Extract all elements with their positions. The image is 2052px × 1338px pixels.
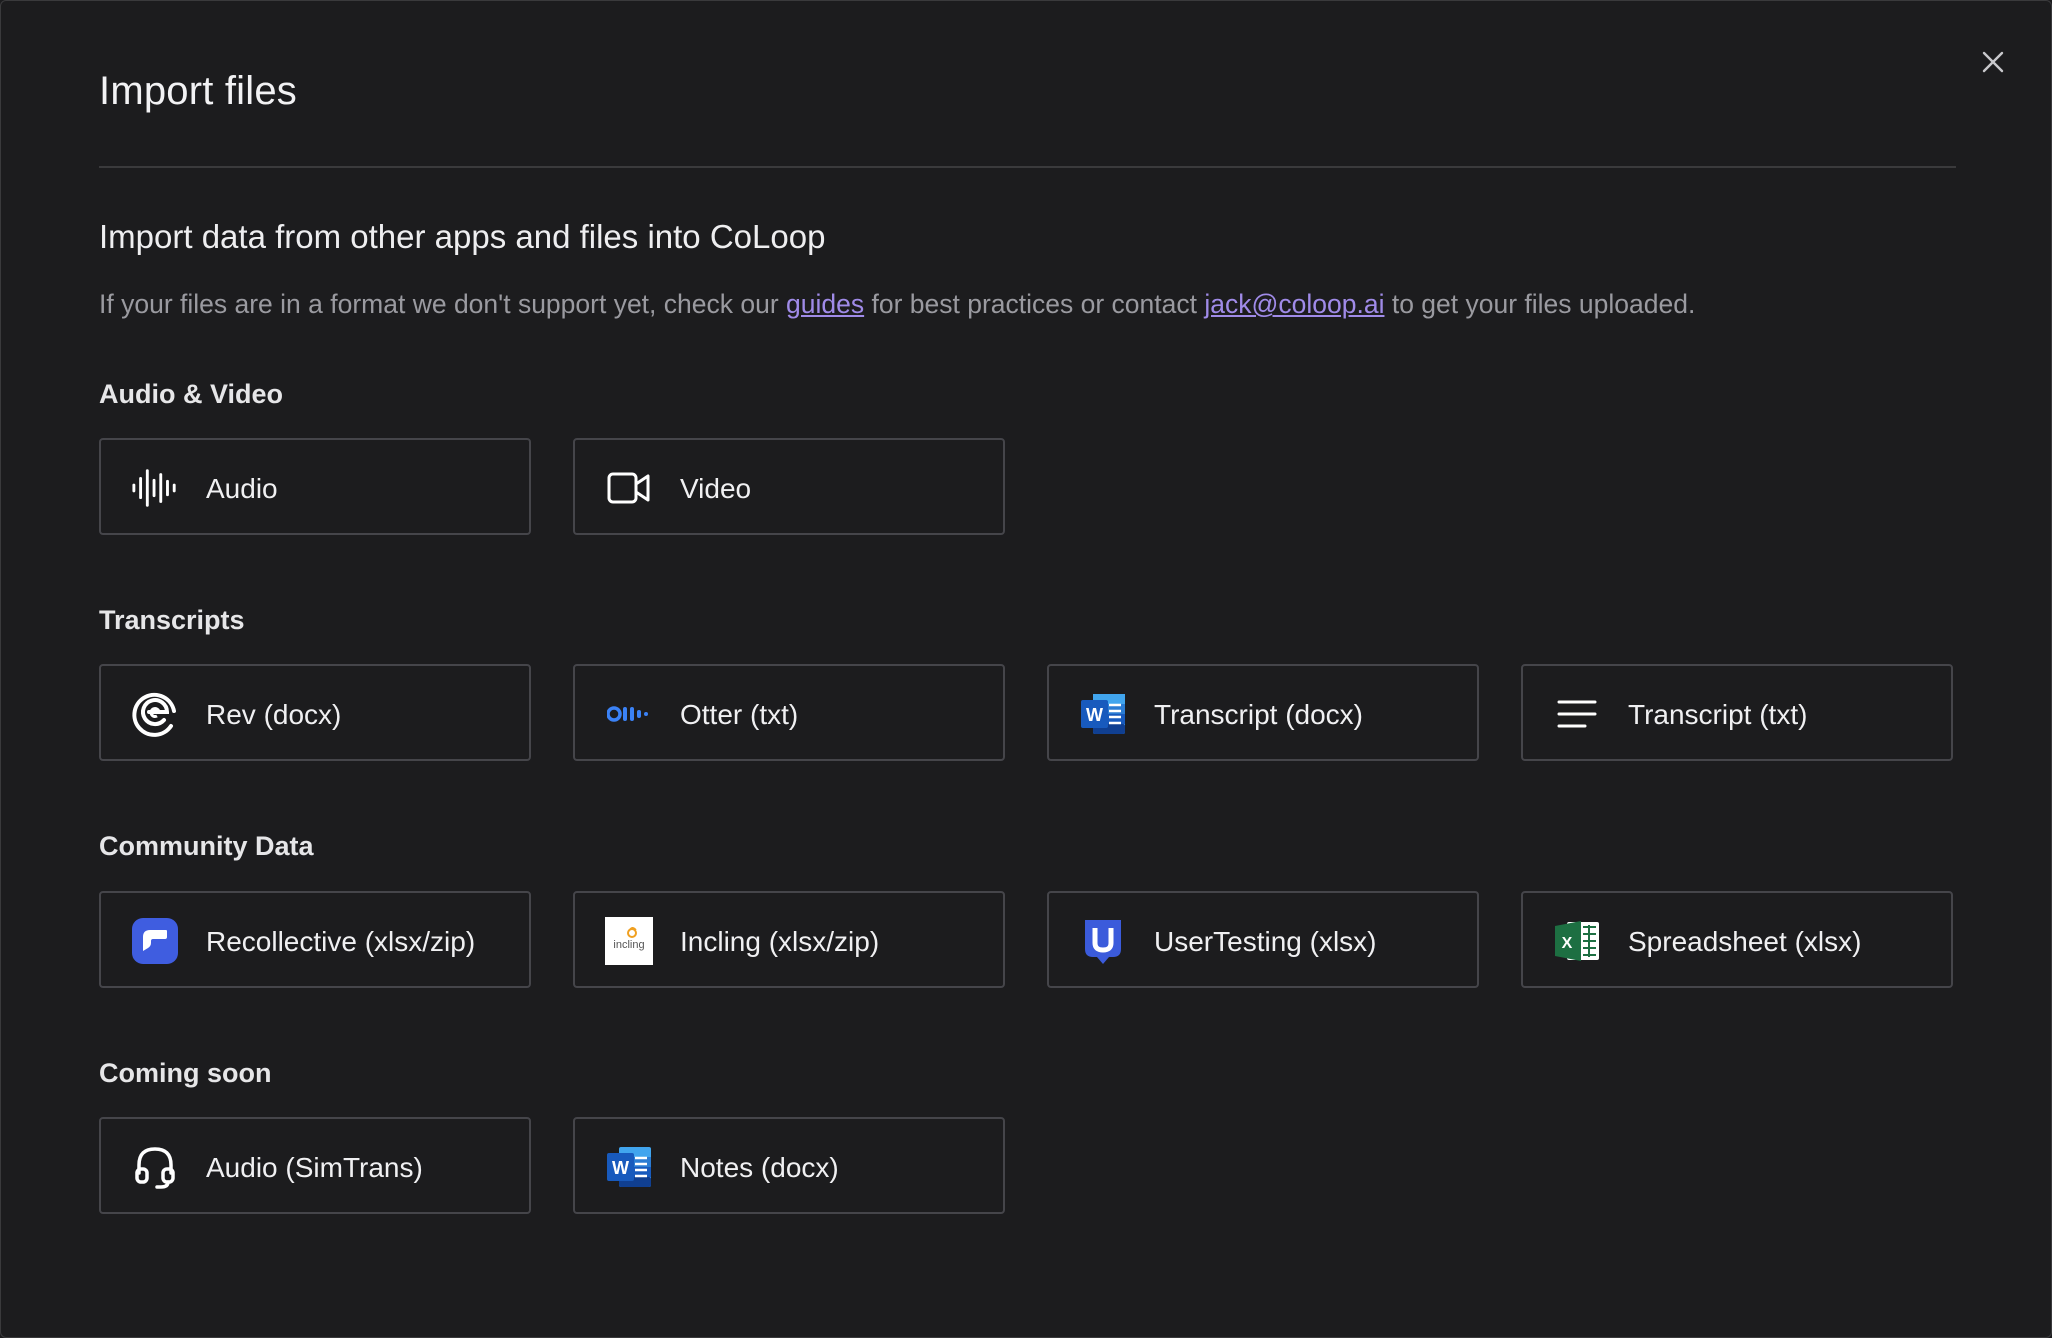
import-option-video[interactable]: Video	[573, 438, 1005, 535]
rev-logo-icon	[131, 690, 179, 738]
import-option-transcript-docx[interactable]: W Transcript (docx)	[1047, 664, 1479, 761]
recollective-logo-icon	[131, 917, 179, 965]
card-label: Audio (SimTrans)	[206, 1152, 423, 1183]
card-label: Incling (xlsx/zip)	[680, 926, 880, 957]
incling-logo-icon: incling	[605, 917, 653, 965]
audio-waveform-icon	[131, 464, 179, 512]
card-label: Recollective (xlsx/zip)	[206, 926, 476, 957]
word-doc-icon: W	[1079, 690, 1127, 738]
video-camera-icon	[605, 464, 653, 512]
text-lines-icon	[1553, 690, 1601, 738]
title-divider	[99, 166, 1956, 168]
card-label: UserTesting (xlsx)	[1154, 926, 1377, 957]
card-label: Spreadsheet (xlsx)	[1628, 926, 1862, 957]
guides-link[interactable]: guides	[786, 289, 864, 319]
usertesting-logo-icon	[1079, 917, 1127, 965]
dialog-title: Import files	[99, 69, 298, 113]
svg-text:incling: incling	[613, 939, 644, 951]
import-option-transcript-txt[interactable]: Transcript (txt)	[1521, 664, 1953, 761]
card-label: Transcript (docx)	[1154, 699, 1364, 730]
card-label: Otter (txt)	[680, 699, 799, 730]
svg-text:X: X	[1562, 935, 1573, 952]
section-label-audio-video: Audio & Video	[99, 379, 284, 409]
card-label: Video	[680, 473, 752, 504]
svg-text:W: W	[612, 1158, 629, 1178]
dialog-description: If your files are in a format we don't s…	[99, 289, 1695, 320]
import-option-audio-simtrans[interactable]: Audio (SimTrans)	[99, 1117, 531, 1214]
import-option-recollective[interactable]: Recollective (xlsx/zip)	[99, 891, 531, 988]
description-text: for best practices or contact	[864, 289, 1205, 319]
word-doc-icon: W	[605, 1143, 653, 1191]
description-text: If your files are in a format we don't s…	[99, 289, 787, 319]
section-label-transcripts: Transcripts	[99, 605, 245, 635]
description-text: to get your files uploaded.	[1384, 289, 1696, 319]
card-label: Notes (docx)	[680, 1152, 839, 1183]
import-option-incling[interactable]: incling Incling (xlsx/zip)	[573, 891, 1005, 988]
dialog-subtitle: Import data from other apps and files in…	[99, 218, 826, 255]
section-label-community-data: Community Data	[99, 831, 314, 861]
import-option-otter[interactable]: Otter (txt)	[573, 664, 1005, 761]
svg-text:W: W	[1086, 705, 1103, 725]
otter-logo-icon	[605, 690, 653, 738]
headset-icon	[131, 1143, 179, 1191]
import-files-dialog: Import files Import data from other apps…	[0, 0, 2052, 1338]
card-label: Rev (docx)	[206, 699, 342, 730]
import-option-rev[interactable]: Rev (docx)	[99, 664, 531, 761]
import-option-audio[interactable]: Audio	[99, 438, 531, 535]
close-icon	[1982, 51, 2004, 73]
excel-sheet-icon: X	[1553, 917, 1601, 965]
import-option-notes-docx[interactable]: W Notes (docx)	[573, 1117, 1005, 1214]
import-option-spreadsheet[interactable]: X Spreadsheet (xlsx)	[1521, 891, 1953, 988]
card-label: Transcript (txt)	[1628, 699, 1808, 730]
close-button[interactable]	[1976, 45, 2010, 79]
import-option-usertesting[interactable]: UserTesting (xlsx)	[1047, 891, 1479, 988]
email-link[interactable]: jack@coloop.ai	[1204, 289, 1384, 319]
section-label-coming-soon: Coming soon	[99, 1058, 272, 1088]
card-label: Audio	[206, 473, 278, 504]
